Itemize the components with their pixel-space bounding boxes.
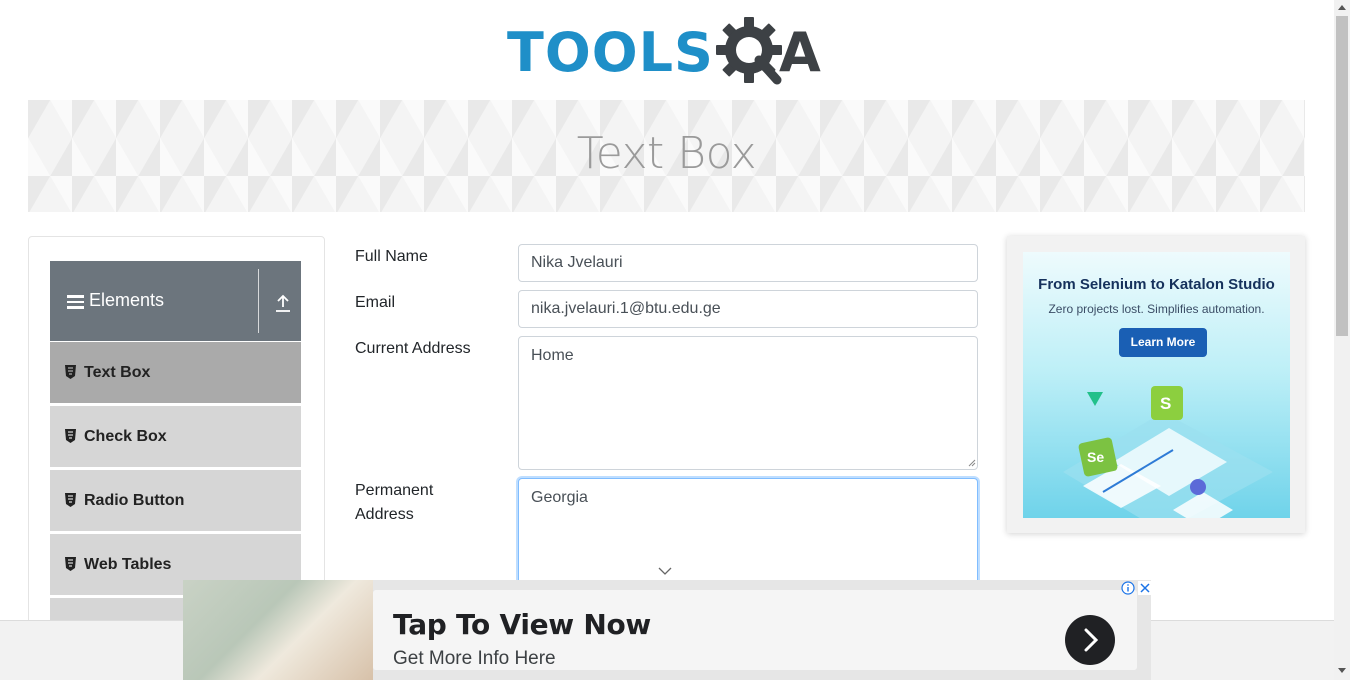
vertical-scrollbar[interactable] (1334, 0, 1350, 680)
chevron-down-icon (658, 567, 672, 575)
html5-icon (65, 429, 76, 443)
html5-icon (65, 365, 76, 379)
hamburger-icon (67, 295, 84, 309)
learn-more-button[interactable]: Learn More (1119, 328, 1207, 357)
toolsqa-logo[interactable]: TOOLS A (507, 14, 831, 90)
resize-grip-icon[interactable] (966, 457, 976, 467)
current-address-label: Current Address (355, 340, 471, 357)
html5-icon (65, 557, 76, 571)
bottom-ad-title: Tap To View Now (393, 608, 651, 641)
right-ad[interactable]: From Selenium to Katalon Studio Zero pro… (1007, 236, 1305, 533)
svg-text:Se: Se (1087, 449, 1104, 465)
logo-letter-a: A (779, 21, 821, 84)
permanent-address-label-line1: Permanent (355, 482, 434, 499)
logo-text: TOOLS (507, 21, 714, 84)
right-ad-creative[interactable]: From Selenium to Katalon Studio Zero pro… (1023, 252, 1290, 518)
ad-info-icon[interactable] (1121, 581, 1135, 595)
scrollbar-thumb[interactable] (1336, 16, 1348, 336)
email-input[interactable] (518, 290, 978, 328)
close-icon[interactable] (1138, 581, 1152, 595)
ad-subline: Zero projects lost. Simplifies automatio… (1048, 302, 1265, 316)
email-label: Email (355, 294, 396, 311)
ad-envelope-image (183, 580, 373, 680)
sidebar-item-label: Text Box (84, 364, 151, 381)
header-divider (258, 269, 259, 333)
page: TOOLS A Text Box Elements Text Box Check… (0, 0, 1350, 680)
page-title: Text Box (576, 128, 757, 179)
sidebar-item-label: Radio Button (84, 492, 185, 509)
page-banner: Text Box (28, 100, 1305, 212)
ad-headline: From Selenium to Katalon Studio (1038, 276, 1275, 293)
permanent-address-label: Permanent Address (355, 479, 433, 527)
svg-text:S: S (1160, 394, 1171, 413)
full-name-label: Full Name (355, 248, 428, 265)
sidebar-item-label: Web Tables (84, 556, 172, 573)
chevron-right-icon[interactable] (1065, 615, 1115, 665)
sidebar-group-label: Elements (89, 290, 165, 310)
permanent-address-label-line2: Address (355, 506, 414, 523)
html5-icon (65, 493, 76, 507)
sidebar-group-elements[interactable]: Elements (50, 261, 301, 341)
bottom-ad-card[interactable]: Tap To View Now Get More Info Here (373, 590, 1137, 670)
bottom-ad[interactable]: Tap To View Now Get More Info Here (183, 580, 1151, 680)
full-name-input[interactable] (518, 244, 978, 282)
sidebar-item-text-box[interactable]: Text Box (50, 341, 301, 404)
sidebar-item-radio-button[interactable]: Radio Button (50, 469, 301, 532)
ad-illustration: Se S (1063, 386, 1273, 518)
bottom-ad-subtitle: Get More Info Here (393, 648, 556, 669)
scroll-up-arrow-icon[interactable] (1338, 4, 1346, 10)
sidebar-item-check-box[interactable]: Check Box (50, 405, 301, 468)
upload-icon[interactable] (274, 294, 292, 314)
scroll-down-arrow-icon[interactable] (1338, 668, 1346, 674)
sidebar-item-label: Check Box (84, 428, 167, 445)
current-address-textarea[interactable]: Home (518, 336, 978, 470)
